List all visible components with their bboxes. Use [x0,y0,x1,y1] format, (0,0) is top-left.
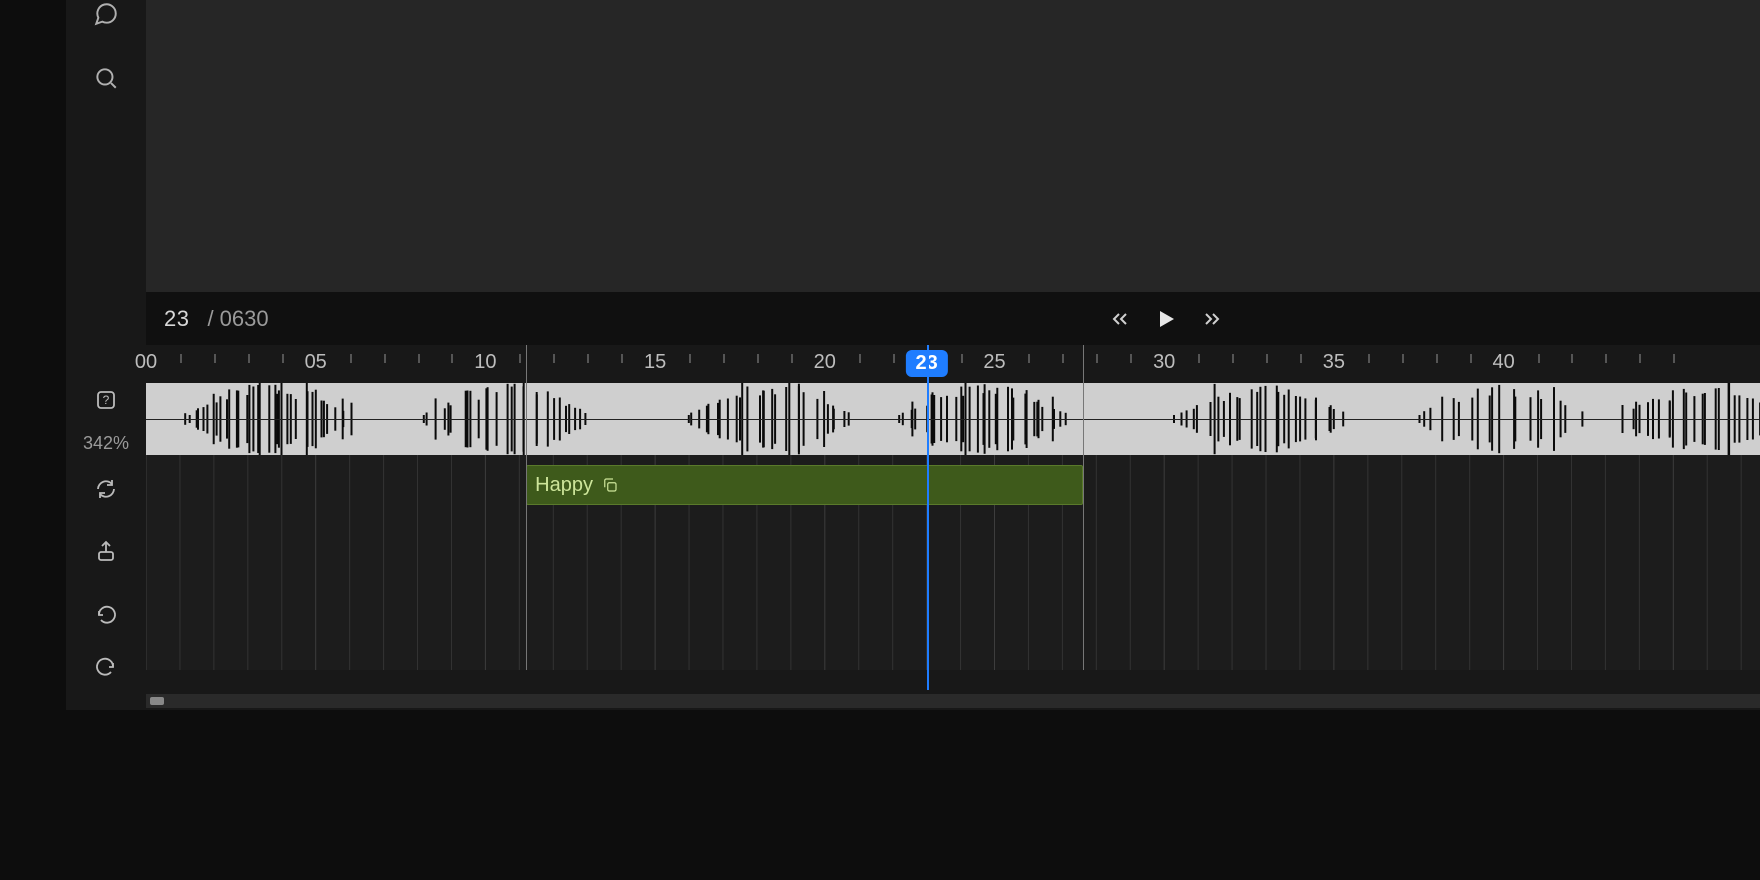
skip-forward-icon[interactable] [1198,305,1226,333]
playback-controls [1106,292,1226,345]
undo-icon[interactable] [93,600,119,626]
search-icon[interactable] [92,64,120,92]
current-frame: 23 [164,306,189,332]
timeline-ruler[interactable]: 00051015202530354023 [146,345,1760,383]
waveform-midline [146,419,1760,420]
zoom-level: 342% [83,433,129,454]
comment-icon[interactable] [92,0,120,28]
clip-label: Happy [535,474,593,497]
preview-viewport [146,0,1760,292]
sync-icon[interactable] [93,476,119,502]
selection-end-line[interactable] [1083,345,1084,670]
frame-separator: / [207,306,213,332]
transport-bar: 23 / 0630 [146,292,1760,345]
playhead-line[interactable] [927,345,929,690]
copy-icon[interactable] [601,476,619,494]
help-icon[interactable]: ? [93,387,119,413]
selection-start-line[interactable] [526,345,527,670]
waveform-track[interactable] [146,383,1760,455]
clip-happy[interactable]: Happy [526,465,1083,505]
redo-icon[interactable] [93,652,119,678]
scrollbar-thumb[interactable] [150,697,164,705]
timeline-tools: ? 342% [66,383,146,678]
skip-back-icon[interactable] [1106,305,1134,333]
play-button[interactable] [1152,305,1180,333]
export-icon[interactable] [93,538,119,564]
svg-text:?: ? [103,393,110,407]
total-frames: 0630 [220,306,269,332]
track-area[interactable]: Happy [146,455,1760,670]
timeline-scrollbar[interactable] [146,694,1760,708]
